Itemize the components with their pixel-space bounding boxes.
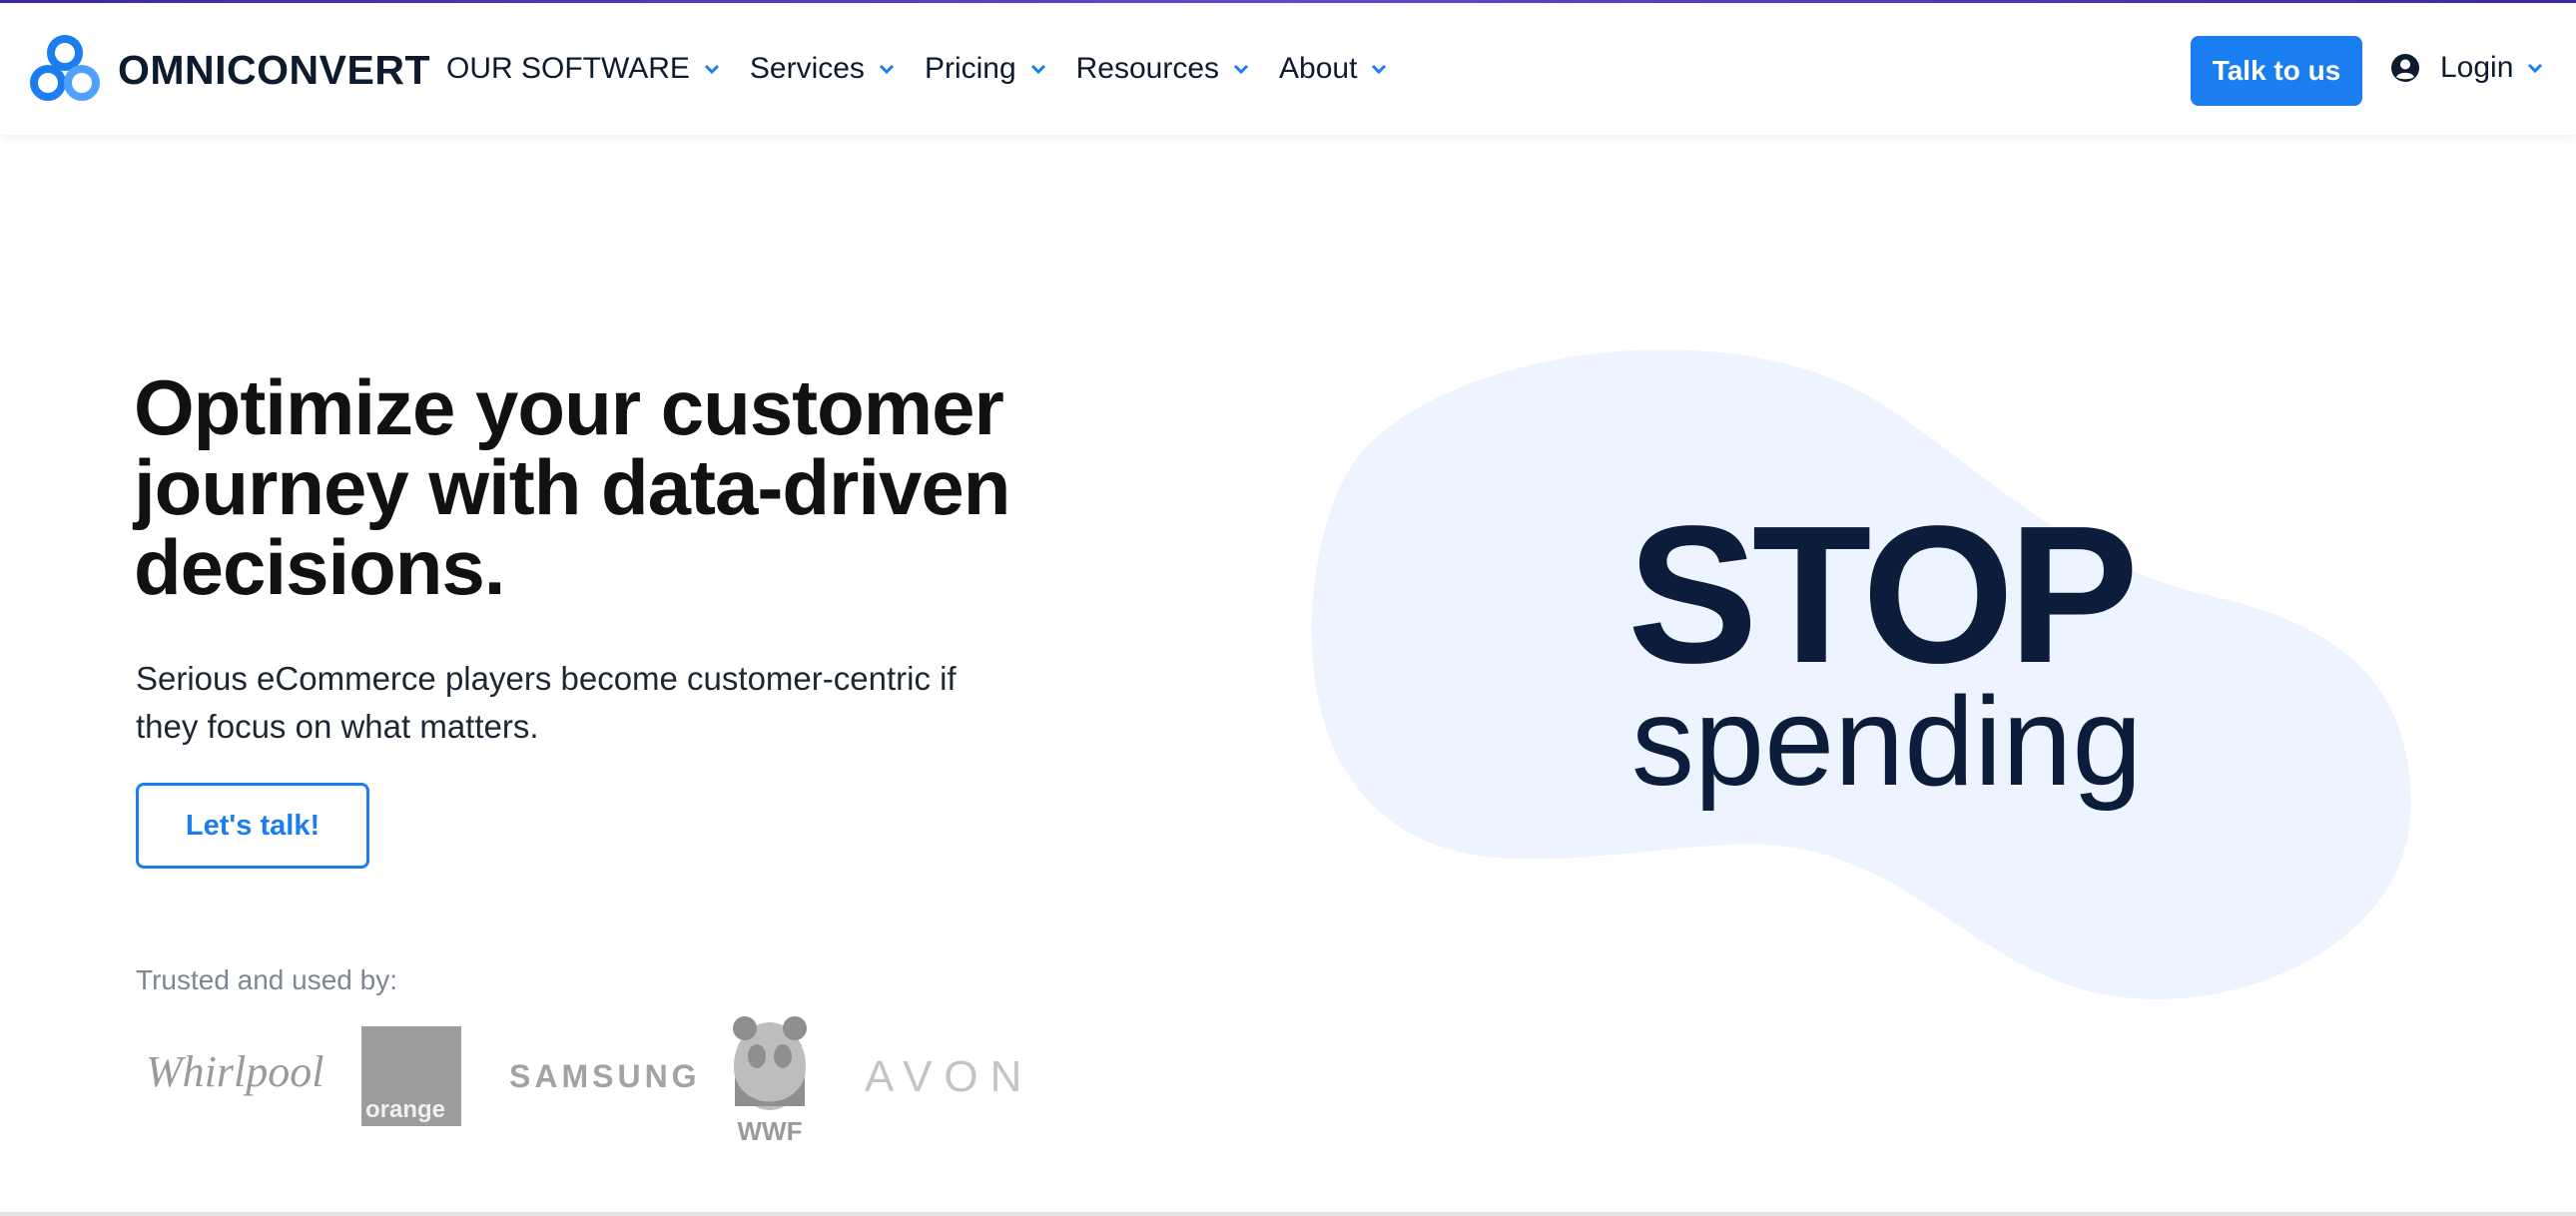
nav-item-services[interactable]: Services (750, 52, 895, 86)
nav-item-label: OUR SOFTWARE (446, 52, 690, 85)
nav-item-label: Resources (1075, 52, 1220, 85)
nav-item-our-software[interactable]: OUR SOFTWARE (446, 52, 720, 86)
hero-title: Optimize your customer journey with data… (134, 363, 1010, 611)
talk-to-us-button[interactable]: Talk to us (2191, 36, 2362, 106)
nav-item-label: About (1279, 52, 1358, 85)
orange-logo-text: orange (365, 1096, 446, 1123)
nav-item-pricing[interactable]: Pricing (925, 52, 1046, 86)
section-divider (0, 1212, 2576, 1216)
brand-logo-link[interactable]: OMNICONVERT (26, 31, 430, 109)
whirlpool-logo: Whirlpool (146, 1047, 324, 1096)
trusted-by-label: Trusted and used by: (136, 964, 398, 995)
wwf-logo-text: WWF (738, 1116, 803, 1146)
orange-logo: orange (361, 1026, 461, 1126)
chevron-down-icon (1030, 64, 1045, 74)
avon-logo: AVON (865, 1052, 1034, 1101)
login-menu[interactable]: Login (2390, 51, 2543, 85)
nav-item-label: Pricing (924, 52, 1016, 85)
nav-item-resources[interactable]: Resources (1076, 52, 1249, 86)
brand-name: OMNICONVERT (118, 46, 430, 93)
nav-item-about[interactable]: About (1279, 52, 1387, 86)
chevron-down-icon (2528, 63, 2543, 73)
client-logos: Whirlpool orange SAMSUNG WWF AVON (136, 1002, 1034, 1162)
chevron-down-icon (1233, 64, 1249, 74)
three-circles-logo-icon (30, 35, 100, 101)
wwf-panda-logo: WWF (733, 1016, 807, 1146)
main-navigation: OUR SOFTWARE Services Pricing Resources … (446, 3, 1417, 135)
hero-visual-stop-text: STOP (1627, 485, 2139, 704)
hero-visual-spending-text: spending (1631, 671, 2143, 812)
chevron-down-icon (1372, 64, 1387, 74)
chevron-down-icon (879, 64, 894, 74)
hero-subtitle: Serious eCommerce players become custome… (136, 660, 957, 745)
top-navigation-bar: OMNICONVERT OUR SOFTWARE Services Pricin… (0, 3, 2576, 135)
user-circle-icon (2391, 54, 2419, 82)
samsung-logo: SAMSUNG (509, 1058, 701, 1094)
chevron-down-icon (704, 64, 719, 74)
login-label: Login (2440, 51, 2514, 84)
lets-talk-button[interactable]: Let's talk! (136, 783, 369, 869)
nav-item-label: Services (749, 52, 865, 85)
